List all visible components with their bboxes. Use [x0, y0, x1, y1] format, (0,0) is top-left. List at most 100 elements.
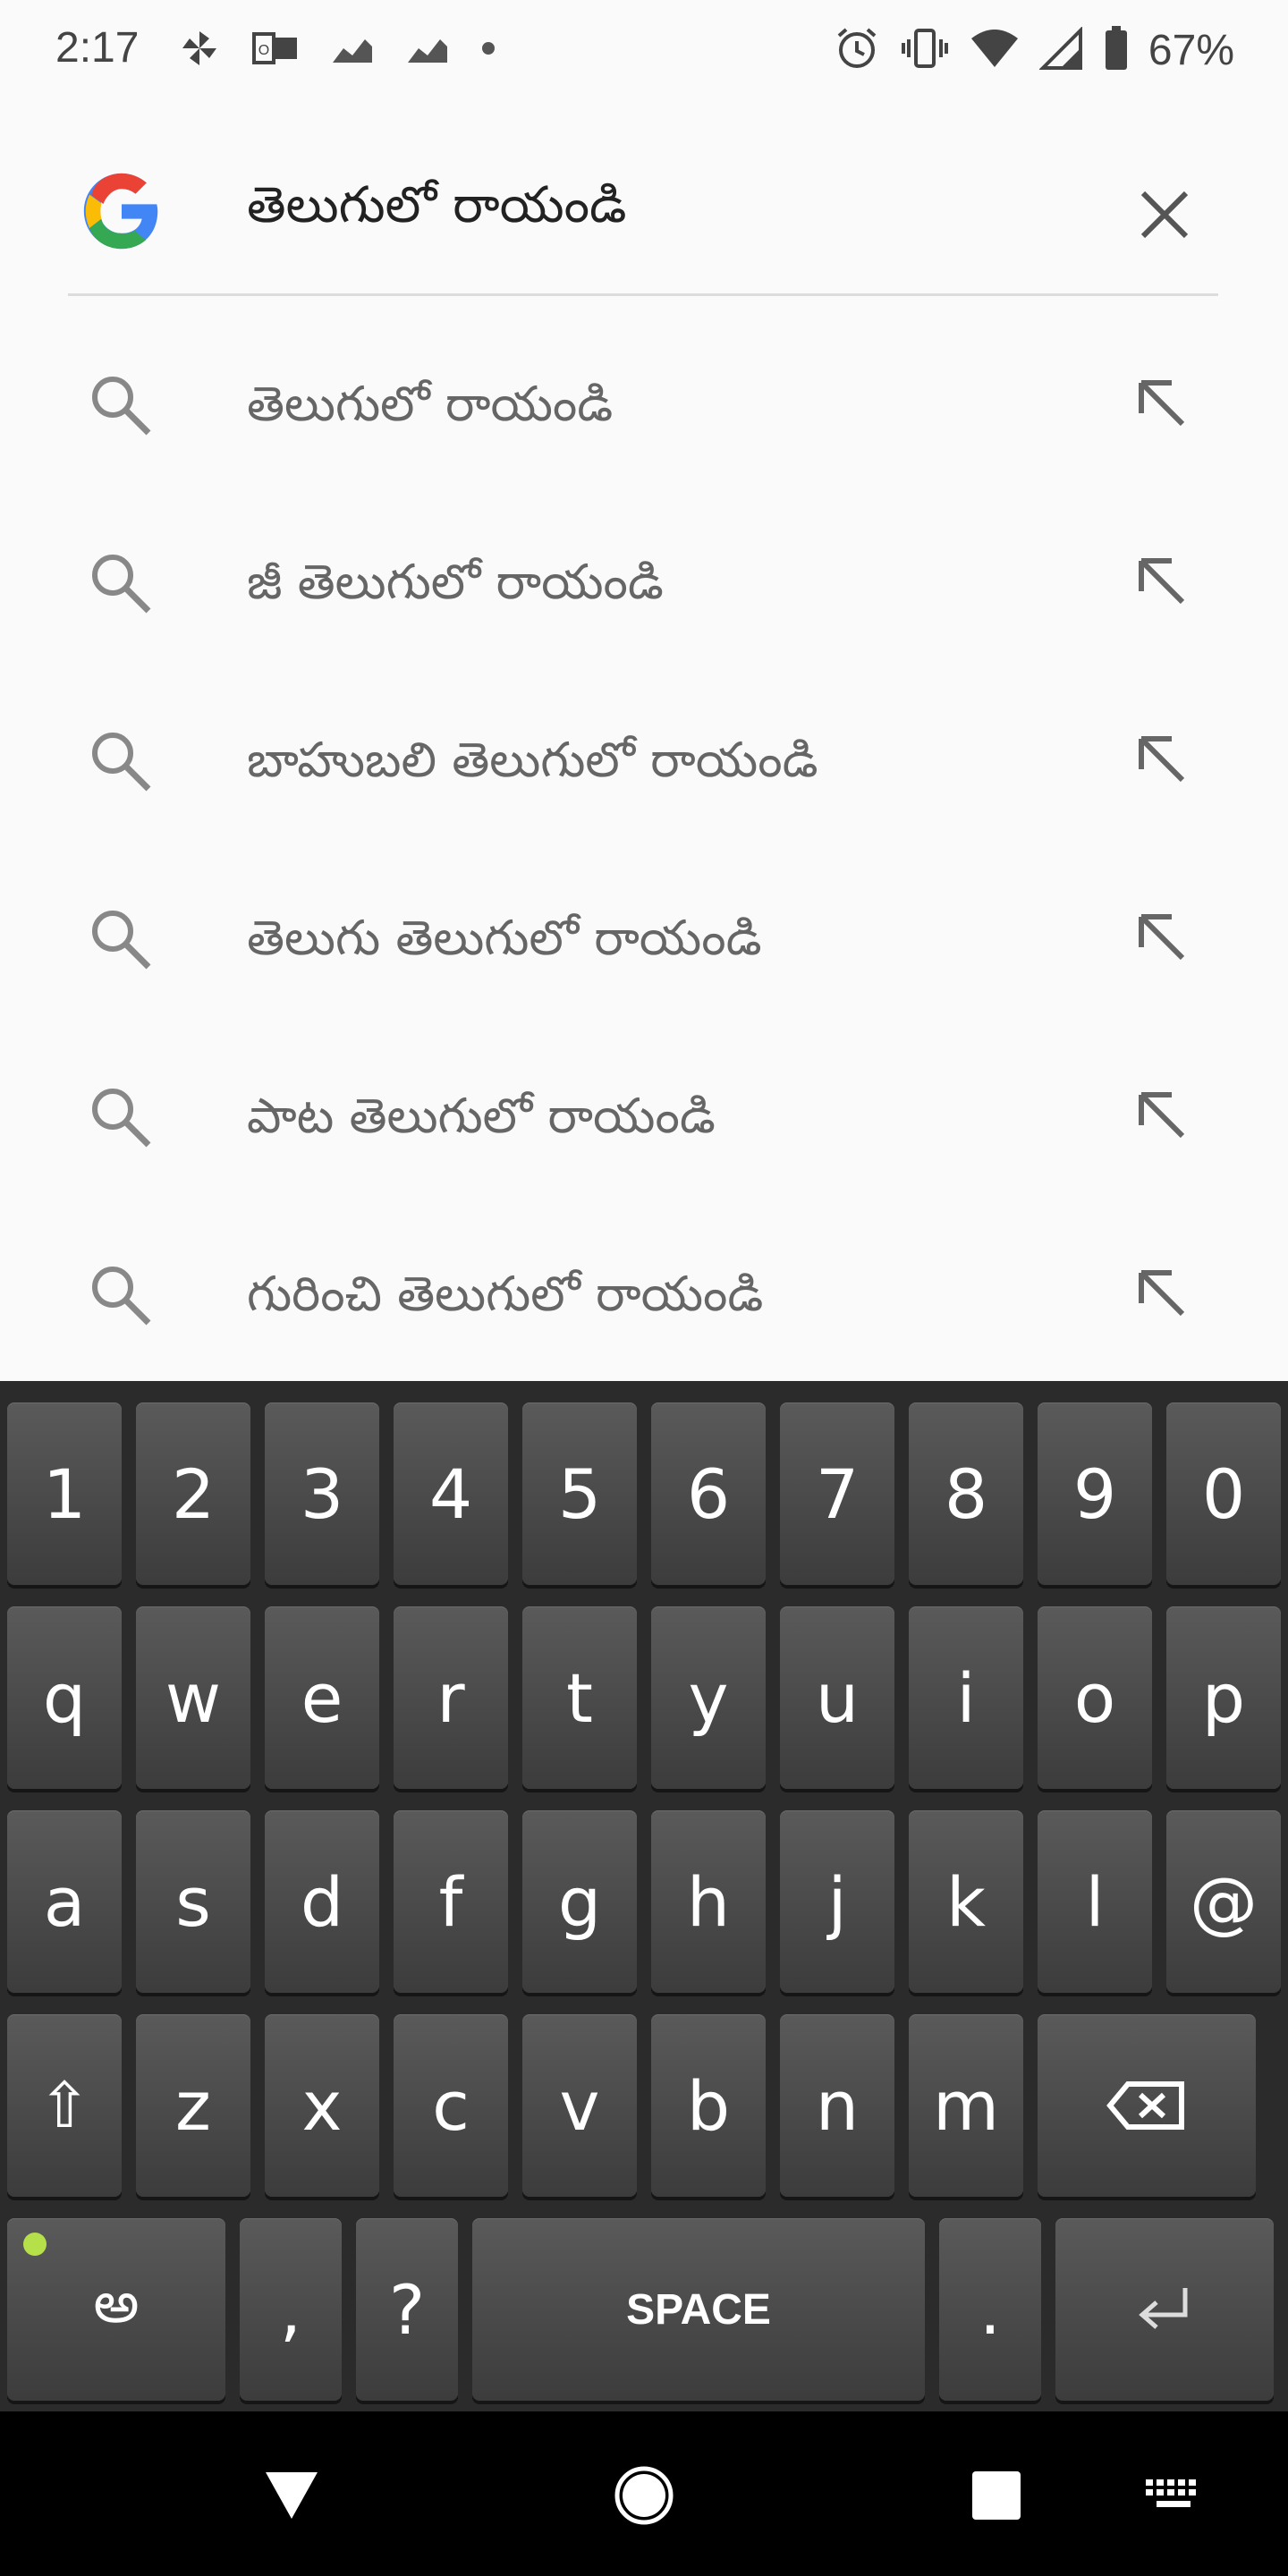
- search-input[interactable]: [247, 175, 1106, 247]
- key-3[interactable]: 3: [265, 1402, 379, 1585]
- search-icon: [92, 377, 151, 436]
- key-b[interactable]: b: [651, 2014, 766, 2197]
- key-j[interactable]: j: [780, 1810, 894, 1993]
- key-q[interactable]: q: [7, 1606, 122, 1789]
- key-f[interactable]: f: [394, 1810, 508, 1993]
- dot-icon: [481, 41, 496, 59]
- search-icon: [92, 911, 151, 970]
- key-5[interactable]: 5: [522, 1402, 637, 1585]
- navigation-bar: [0, 2411, 1288, 2576]
- key-w[interactable]: w: [136, 1606, 250, 1789]
- suggestion-item[interactable]: తెలుగులో రాయండి: [0, 315, 1288, 493]
- key-comma[interactable]: ,: [240, 2218, 342, 2401]
- suggestion-list: తెలుగులో రాయండి జీ తెలుగులో రాయండి బాహుబ…: [0, 315, 1288, 1383]
- key-s[interactable]: s: [136, 1810, 250, 1993]
- suggestion-item[interactable]: తెలుగు తెలుగులో రాయండి: [0, 849, 1288, 1027]
- key-n[interactable]: n: [780, 2014, 894, 2197]
- language-indicator: [23, 2233, 47, 2256]
- language-key[interactable]: అ: [7, 2218, 225, 2401]
- signal-icon: [1038, 26, 1084, 73]
- key-2[interactable]: 2: [136, 1402, 250, 1585]
- fill-query-arrow-icon[interactable]: [1129, 726, 1200, 798]
- enter-icon: [1139, 2288, 1188, 2329]
- google-logo: [80, 170, 163, 252]
- key-6[interactable]: 6: [651, 1402, 766, 1585]
- key-u[interactable]: u: [780, 1606, 894, 1789]
- key-z[interactable]: z: [136, 2014, 250, 2197]
- wifi-icon: [970, 28, 1020, 72]
- clear-search-button[interactable]: [1129, 179, 1200, 250]
- recents-button[interactable]: [953, 2453, 1039, 2538]
- key-period[interactable]: .: [939, 2218, 1041, 2401]
- key-i[interactable]: i: [909, 1606, 1023, 1789]
- shift-key[interactable]: ⇧: [7, 2014, 122, 2197]
- fill-query-arrow-icon[interactable]: [1129, 1082, 1200, 1154]
- enter-key[interactable]: [1055, 2218, 1274, 2401]
- key-r[interactable]: r: [394, 1606, 508, 1789]
- fill-query-arrow-icon[interactable]: [1129, 1260, 1200, 1332]
- notification-icons: O: [179, 30, 496, 70]
- key-g[interactable]: g: [522, 1810, 637, 1993]
- key-0[interactable]: 0: [1166, 1402, 1281, 1585]
- suggestion-item[interactable]: గురించి తెలుగులో రాయండి: [0, 1205, 1288, 1383]
- back-button[interactable]: [249, 2453, 335, 2538]
- key-e[interactable]: e: [265, 1606, 379, 1789]
- fill-query-arrow-icon[interactable]: [1129, 370, 1200, 442]
- stocks-icon: [406, 30, 449, 70]
- vibrate-icon: [900, 27, 950, 73]
- key-x[interactable]: x: [265, 2014, 379, 2197]
- search-divider: [68, 293, 1218, 296]
- key-y[interactable]: y: [651, 1606, 766, 1789]
- search-icon: [92, 1089, 151, 1148]
- status-bar: 2:17 O 67%: [0, 0, 1288, 100]
- battery-percent: 67%: [1148, 26, 1234, 74]
- suggestion-item[interactable]: పాట తెలుగులో రాయండి: [0, 1027, 1288, 1205]
- suggestion-text: తెలుగులో రాయండి: [247, 376, 614, 432]
- fill-query-arrow-icon[interactable]: [1129, 904, 1200, 976]
- search-icon: [92, 733, 151, 792]
- keyboard: 1 2 3 4 5 6 7 8 9 0 q w e r t y u i o p …: [0, 1381, 1288, 2411]
- key-8[interactable]: 8: [909, 1402, 1023, 1585]
- suggestion-item[interactable]: జీ తెలుగులో రాయండి: [0, 493, 1288, 671]
- stocks-icon: [331, 30, 374, 70]
- outlook-icon: O: [252, 29, 299, 72]
- backspace-key[interactable]: [1038, 2014, 1256, 2197]
- key-4[interactable]: 4: [394, 1402, 508, 1585]
- key-1[interactable]: 1: [7, 1402, 122, 1585]
- search-icon: [92, 555, 151, 614]
- battery-icon: [1104, 26, 1129, 74]
- fill-query-arrow-icon[interactable]: [1129, 548, 1200, 620]
- key-o[interactable]: o: [1038, 1606, 1152, 1789]
- backspace-icon: [1106, 2081, 1184, 2130]
- keyboard-icon: [1146, 2479, 1196, 2507]
- pinwheel-icon: [179, 28, 220, 72]
- space-key[interactable]: SPACE: [472, 2218, 925, 2401]
- key-c[interactable]: c: [394, 2014, 508, 2197]
- key-k[interactable]: k: [909, 1810, 1023, 1993]
- key-p[interactable]: p: [1166, 1606, 1281, 1789]
- key-9[interactable]: 9: [1038, 1402, 1152, 1585]
- system-icons: 67%: [834, 23, 1234, 77]
- key-m[interactable]: m: [909, 2014, 1023, 2197]
- svg-text:O: O: [258, 43, 269, 58]
- keyboard-switch-button[interactable]: [1131, 2453, 1216, 2538]
- key-d[interactable]: d: [265, 1810, 379, 1993]
- suggestion-text: తెలుగు తెలుగులో రాయండి: [247, 910, 762, 966]
- home-icon: [614, 2466, 674, 2525]
- search-icon: [92, 1267, 151, 1326]
- key-a[interactable]: a: [7, 1810, 122, 1993]
- key-at[interactable]: @: [1166, 1810, 1281, 1993]
- key-v[interactable]: v: [522, 2014, 637, 2197]
- suggestion-text: గురించి తెలుగులో రాయండి: [247, 1266, 764, 1322]
- key-7[interactable]: 7: [780, 1402, 894, 1585]
- suggestion-text: బాహుబలి తెలుగులో రాయండి: [247, 732, 818, 788]
- key-l[interactable]: l: [1038, 1810, 1152, 1993]
- status-time: 2:17: [55, 24, 140, 72]
- key-h[interactable]: h: [651, 1810, 766, 1993]
- suggestion-text: జీ తెలుగులో రాయండి: [247, 554, 664, 610]
- key-t[interactable]: t: [522, 1606, 637, 1789]
- key-question[interactable]: ?: [356, 2218, 458, 2401]
- home-button[interactable]: [601, 2453, 687, 2538]
- recents-icon: [972, 2471, 1021, 2520]
- suggestion-item[interactable]: బాహుబలి తెలుగులో రాయండి: [0, 671, 1288, 849]
